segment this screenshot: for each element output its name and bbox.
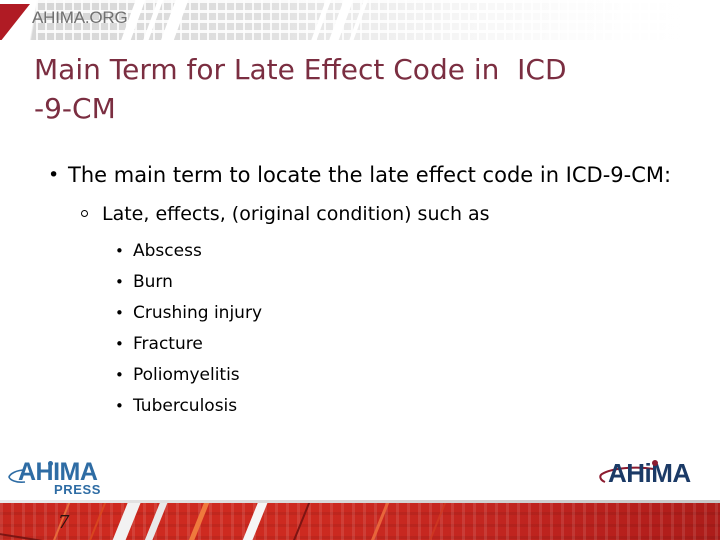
bullet-marker-icon: • [115, 366, 124, 384]
bullet-level3-text: Abscess [133, 241, 202, 261]
footer-dot-texture [0, 500, 720, 540]
red-triangle-icon [0, 4, 30, 40]
list-item: • Crushing injury [0, 298, 720, 329]
list-item: • Tuberculosis [0, 391, 720, 422]
list-item: • Fracture [0, 329, 720, 360]
bullet-level2-text: Late, effects, (original condition) such… [102, 203, 490, 225]
bullet-level3-text: Burn [133, 272, 173, 292]
ahima-brand-logo: AHiMA [598, 458, 708, 492]
bullet-marker-icon: • [115, 397, 124, 415]
slide-footer-band [0, 500, 720, 540]
ahima-logo-i-dot [652, 460, 658, 466]
bullet-level2-item: Late, effects, (original condition) such… [0, 200, 720, 228]
list-item: • Burn [0, 267, 720, 298]
ahima-wordmark: AHiMA [608, 458, 691, 488]
bullet-marker-icon: • [115, 335, 124, 353]
hollow-circle-bullet-icon [81, 210, 88, 217]
header-fade-overlay [260, 0, 720, 40]
page-number: 7 [58, 512, 70, 533]
bullet-level3-text: Crushing injury [133, 303, 263, 323]
slide-body: • The main term to locate the late effec… [0, 160, 720, 422]
bullet-level3-list: • Abscess • Burn • Crushing injury • Fra… [0, 236, 720, 422]
bullet-level3-text: Tuberculosis [133, 396, 238, 416]
bullet-marker-icon: • [115, 242, 124, 260]
ahima-press-subtext: PRESS [54, 482, 102, 497]
press-logo-i-dot [48, 461, 53, 466]
list-item: • Abscess [0, 236, 720, 267]
slide: AHIMA.ORG Main Term for Late Effect Code… [0, 0, 720, 540]
page-title: Main Term for Late Effect Code in ICD -9… [34, 53, 567, 125]
slide-header-band: AHIMA.ORG [0, 0, 720, 40]
footer-top-edge [0, 500, 720, 503]
ahima-press-logo: AHIMA PRESS [8, 458, 118, 500]
bullet-marker-icon: • [115, 304, 124, 322]
bullet-level1-text: The main term to locate the late effect … [68, 163, 672, 187]
bullet-level1-item: • The main term to locate the late effec… [0, 160, 720, 190]
list-item: • Poliomyelitis [0, 360, 720, 391]
bullet-level3-text: Fracture [133, 334, 203, 354]
header-site-label: AHIMA.ORG [32, 8, 128, 27]
bullet-marker-icon: • [115, 273, 124, 291]
bullet-level3-text: Poliomyelitis [133, 365, 240, 385]
bullet-marker-icon: • [48, 164, 60, 186]
